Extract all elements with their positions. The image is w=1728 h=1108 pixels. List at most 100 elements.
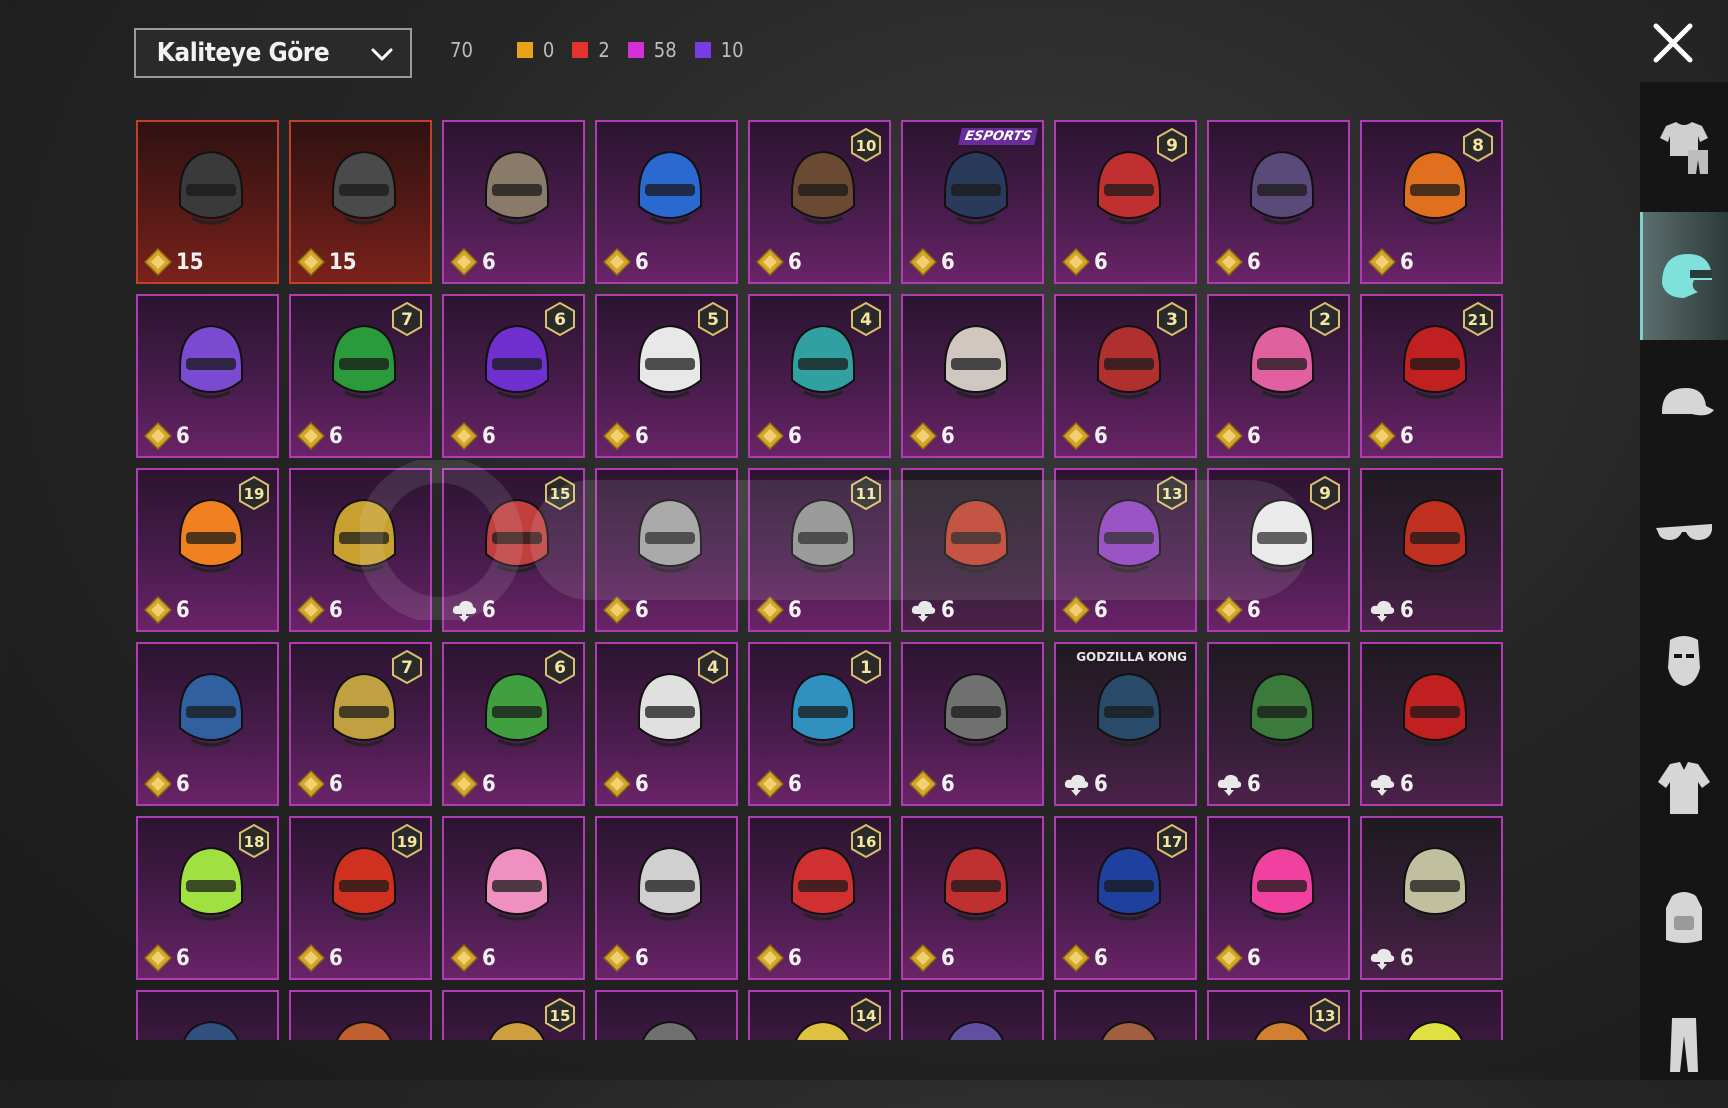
item-card[interactable]: 6: [1360, 642, 1503, 806]
item-price-value: 15: [329, 249, 357, 275]
outfit-icon: [1660, 122, 1708, 174]
item-card[interactable]: 6: [1360, 816, 1503, 980]
coin-icon: [756, 248, 784, 276]
item-price: 6: [1062, 944, 1108, 972]
item-price-value: 6: [635, 597, 649, 623]
item-card[interactable]: [1360, 990, 1503, 1040]
purple-rarity-swatch: [694, 42, 711, 58]
sidebar-tab-helmet[interactable]: [1640, 212, 1728, 340]
item-price: 6: [1062, 596, 1108, 624]
item-price: 6: [603, 770, 649, 798]
item-card[interactable]: 13: [1207, 990, 1350, 1040]
item-card[interactable]: 15: [442, 990, 585, 1040]
item-card[interactable]: 96: [1207, 468, 1350, 632]
item-card[interactable]: 6: [901, 816, 1044, 980]
item-card[interactable]: 96: [1054, 120, 1197, 284]
helmet-icon: [332, 150, 396, 225]
item-card[interactable]: 11 6: [748, 468, 891, 632]
cloud-download-icon: [911, 600, 936, 622]
sidebar-tab-mask[interactable]: [1640, 596, 1728, 724]
item-card[interactable]: 46: [595, 642, 738, 806]
item-card[interactable]: [595, 990, 738, 1040]
item-card[interactable]: 76: [289, 294, 432, 458]
close-icon[interactable]: [1648, 18, 1698, 68]
item-card[interactable]: 56: [595, 294, 738, 458]
item-card[interactable]: 15: [136, 120, 279, 284]
item-card[interactable]: [901, 990, 1044, 1040]
item-card[interactable]: 6: [1360, 468, 1503, 632]
item-card[interactable]: 6: [595, 816, 738, 980]
coin-icon: [1215, 944, 1243, 972]
level-badge: 10: [851, 128, 881, 162]
item-card[interactable]: 6: [442, 120, 585, 284]
item-card[interactable]: 66: [442, 294, 585, 458]
item-card[interactable]: [1054, 990, 1197, 1040]
item-card[interactable]: 6: [289, 468, 432, 632]
collab-badge: GODZILLA KONG: [1076, 650, 1187, 664]
item-card[interactable]: 16: [748, 642, 891, 806]
sidebar-tab-outfit[interactable]: [1640, 84, 1728, 212]
item-price: 6: [603, 422, 649, 450]
item-price: 6: [909, 248, 955, 276]
item-card[interactable]: ESPORTS 6: [901, 120, 1044, 284]
sidebar-tab-glasses[interactable]: [1640, 468, 1728, 596]
item-card[interactable]: 66: [442, 642, 585, 806]
item-card[interactable]: 6: [595, 120, 738, 284]
orange-rarity-swatch: [516, 42, 533, 58]
item-card[interactable]: 19 6: [289, 816, 432, 980]
item-price: 6: [1215, 770, 1261, 798]
item-card[interactable]: 14: [748, 990, 891, 1040]
item-price: 6: [756, 596, 802, 624]
item-card[interactable]: 46: [748, 294, 891, 458]
item-card[interactable]: 6: [901, 642, 1044, 806]
item-card[interactable]: 17 6: [1054, 816, 1197, 980]
level-number: 6: [554, 310, 566, 330]
item-card[interactable]: 6: [1207, 642, 1350, 806]
item-price: 6: [603, 596, 649, 624]
helmet-icon: [944, 324, 1008, 399]
item-price: 6: [144, 422, 190, 450]
item-card[interactable]: [136, 990, 279, 1040]
item-card[interactable]: GODZILLA KONG 6: [1054, 642, 1197, 806]
item-card[interactable]: 86: [1360, 120, 1503, 284]
item-card[interactable]: 10 6: [748, 120, 891, 284]
item-price-value: 6: [329, 597, 343, 623]
item-card[interactable]: 76: [289, 642, 432, 806]
item-card[interactable]: 15: [289, 120, 432, 284]
item-card[interactable]: 6: [901, 294, 1044, 458]
item-card[interactable]: 15 6: [442, 468, 585, 632]
item-card[interactable]: 36: [1054, 294, 1197, 458]
item-card[interactable]: [289, 990, 432, 1040]
item-price: 6: [756, 944, 802, 972]
sort-dropdown[interactable]: Kaliteye Göre: [134, 28, 412, 78]
item-card[interactable]: 6: [1207, 816, 1350, 980]
item-card[interactable]: 13 6: [1054, 468, 1197, 632]
coin-icon: [297, 596, 325, 624]
item-price-value: 6: [1400, 423, 1414, 449]
sidebar-tab-jacket[interactable]: [1640, 724, 1728, 852]
level-badge: 8: [1463, 128, 1493, 162]
item-price-value: 6: [788, 771, 802, 797]
item-card[interactable]: 21 6: [1360, 294, 1503, 458]
item-card[interactable]: 18 6: [136, 816, 279, 980]
cloud-download-icon: [1217, 774, 1242, 796]
level-badge: 17: [1157, 824, 1187, 858]
item-card[interactable]: 16 6: [748, 816, 891, 980]
sidebar-tab-backpack[interactable]: [1640, 852, 1728, 980]
item-card[interactable]: 6: [901, 468, 1044, 632]
helmet-icon: [179, 150, 243, 225]
item-card[interactable]: 19 6: [136, 468, 279, 632]
helmet-icon: [179, 672, 243, 747]
item-card[interactable]: 26: [1207, 294, 1350, 458]
item-card[interactable]: 6: [136, 294, 279, 458]
helmet-icon: [1403, 672, 1467, 747]
item-card[interactable]: 6: [1207, 120, 1350, 284]
item-card[interactable]: 6: [595, 468, 738, 632]
helmet-icon: [638, 846, 702, 921]
sidebar-tab-pants[interactable]: [1640, 980, 1728, 1108]
item-card[interactable]: 6: [136, 642, 279, 806]
sidebar-tab-cap[interactable]: [1640, 340, 1728, 468]
coin-icon: [297, 248, 325, 276]
level-badge: 4: [851, 302, 881, 336]
item-card[interactable]: 6: [442, 816, 585, 980]
